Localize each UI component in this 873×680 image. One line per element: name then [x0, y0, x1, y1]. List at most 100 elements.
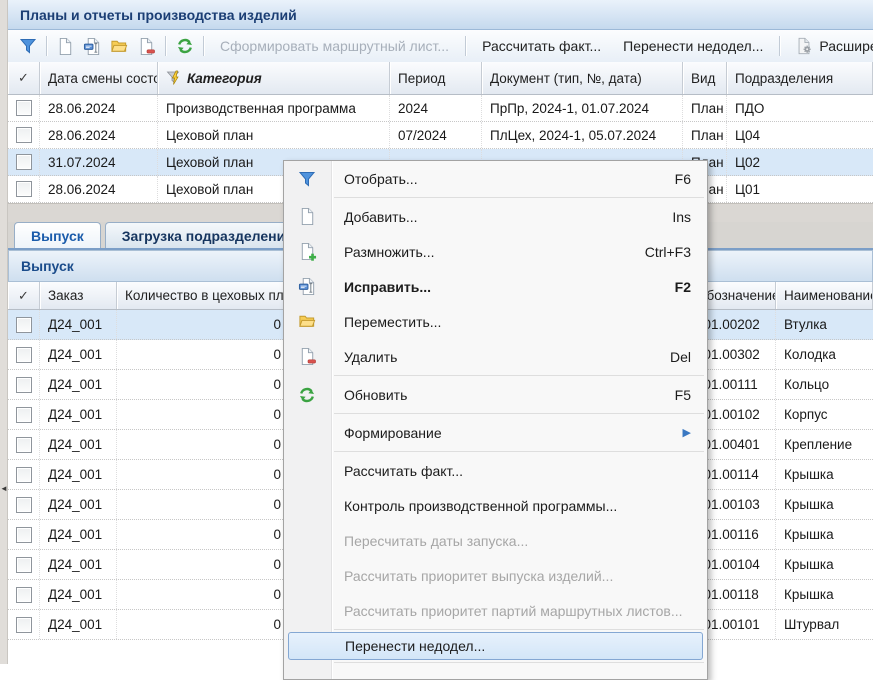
row-checkbox[interactable]	[16, 377, 32, 393]
row-checkbox[interactable]	[16, 587, 32, 603]
menu-item-shortcut: F5	[655, 387, 691, 403]
column-header-name[interactable]: Наименование	[776, 282, 873, 309]
column-header-document[interactable]: Документ (тип, №, дата)	[482, 62, 683, 94]
cell-name: Втулка	[776, 310, 873, 339]
column-header-check[interactable]: ✓	[8, 282, 40, 309]
edit-document-icon	[297, 277, 317, 297]
table-row[interactable]: 28.06.2024 Цеховой план 07/2024 ПлЦех, 2…	[8, 122, 873, 149]
cell-departments: Ц02	[727, 149, 873, 175]
cell-order: Д24_001	[40, 550, 117, 579]
menu-item-pereschitat-daty: Пересчитать даты запуска...	[284, 523, 707, 558]
column-header-order[interactable]: Заказ	[40, 282, 117, 309]
cell-date: 28.06.2024	[40, 176, 158, 202]
row-checkbox[interactable]	[16, 127, 32, 143]
menu-item-label: Рассчитать факт...	[344, 463, 463, 479]
row-checkbox[interactable]	[16, 467, 32, 483]
column-header-category[interactable]: Категория	[158, 62, 390, 94]
toolbar-separator	[165, 36, 166, 56]
menu-item-peremestit[interactable]: Переместить...	[284, 304, 707, 339]
cell-name: Кольцо	[776, 370, 873, 399]
cell-qty: 0	[117, 370, 290, 399]
cell-name: Крышка	[776, 460, 873, 489]
tab-zagruzka-podrazdelenij[interactable]: Загрузка подразделений	[105, 222, 311, 248]
row-check-cell	[8, 520, 40, 549]
cell-qty: 0	[117, 490, 290, 519]
row-check-cell	[8, 580, 40, 609]
move-shortfall-button[interactable]: Перенести недодел...	[612, 38, 774, 54]
add-record-button[interactable]	[52, 34, 79, 59]
row-checkbox[interactable]	[16, 407, 32, 423]
cell-period: 2024	[390, 95, 482, 121]
cell-departments: Ц01	[727, 176, 873, 202]
make-route-list-button: Сформировать маршрутный лист...	[209, 38, 460, 54]
row-checkbox[interactable]	[16, 527, 32, 543]
cell-qty: 0	[117, 520, 290, 549]
cell-name: Крышка	[776, 520, 873, 549]
collapse-arrow-icon[interactable]: ◄	[0, 482, 8, 496]
calc-fact-button[interactable]: Рассчитать факт...	[471, 38, 612, 54]
cell-category: Цеховой план	[158, 122, 390, 148]
row-checkbox[interactable]	[16, 100, 32, 116]
cell-order: Д24_001	[40, 430, 117, 459]
menu-item-rasschitat-fakt[interactable]: Рассчитать факт...	[284, 453, 707, 488]
column-header-period[interactable]: Период	[390, 62, 482, 94]
row-checkbox[interactable]	[16, 181, 32, 197]
column-header-check[interactable]: ✓	[8, 62, 40, 94]
cell-departments: ПДО	[727, 95, 873, 121]
cell-order: Д24_001	[40, 370, 117, 399]
filter-button[interactable]	[14, 34, 41, 59]
menu-item-ispravit[interactable]: Исправить... F2	[284, 269, 707, 304]
move-folder-icon	[110, 37, 129, 56]
cell-order: Д24_001	[40, 580, 117, 609]
delete-document-icon	[297, 347, 317, 367]
row-check-cell	[8, 430, 40, 459]
menu-item-shortcut: Del	[650, 349, 691, 365]
menu-item-dobavit[interactable]: Добавить... Ins	[284, 199, 707, 234]
menu-item-perenesti-nedodel[interactable]: Перенести недодел...	[288, 632, 703, 660]
main-toolbar: Сформировать маршрутный лист... Рассчита…	[8, 30, 873, 63]
filter-icon	[297, 169, 317, 189]
column-header-departments[interactable]: Подразделения	[727, 62, 873, 94]
refresh-button[interactable]	[171, 34, 198, 59]
cell-order: Д24_001	[40, 340, 117, 369]
row-checkbox[interactable]	[16, 557, 32, 573]
menu-separator	[334, 375, 704, 376]
app-window: { "window": { "title": "Планы и отчеты п…	[0, 0, 873, 664]
toolbar-separator	[46, 36, 47, 56]
column-header-qty[interactable]: Количество в цеховых планах	[117, 282, 290, 309]
new-document-icon	[297, 207, 317, 227]
column-header-date[interactable]: Дата смены состояния	[40, 62, 158, 94]
extended-button[interactable]: Расширенный	[785, 37, 873, 55]
tab-vypusk[interactable]: Выпуск	[14, 222, 101, 248]
row-checkbox[interactable]	[16, 497, 32, 513]
row-check-cell	[8, 176, 40, 202]
row-checkbox[interactable]	[16, 617, 32, 633]
menu-item-otobrat[interactable]: Отобрать... F6	[284, 161, 707, 196]
edit-record-button[interactable]	[79, 34, 106, 59]
row-checkbox[interactable]	[16, 437, 32, 453]
cell-category: Производственная программа	[158, 95, 390, 121]
table-row[interactable]: 28.06.2024 Производственная программа 20…	[8, 95, 873, 122]
column-header-kind[interactable]: Вид	[683, 62, 727, 94]
refresh-icon	[176, 37, 194, 55]
row-checkbox[interactable]	[16, 317, 32, 333]
row-check-cell	[8, 149, 40, 175]
row-check-cell	[8, 550, 40, 579]
menu-item-label: Отобрать...	[344, 171, 418, 187]
row-checkbox[interactable]	[16, 347, 32, 363]
panel-collapse-strip[interactable]: ◄	[0, 0, 8, 664]
row-check-cell	[8, 490, 40, 519]
row-check-cell	[8, 122, 40, 148]
row-checkbox[interactable]	[16, 154, 32, 170]
menu-item-razmnozhit[interactable]: Размножить... Ctrl+F3	[284, 234, 707, 269]
menu-item-formirovanie[interactable]: Формирование ▶	[284, 415, 707, 450]
move-record-button[interactable]	[106, 34, 133, 59]
menu-item-udalit[interactable]: Удалить Del	[284, 339, 707, 374]
toolbar-separator	[779, 36, 780, 56]
menu-item-label: Пересчитать даты запуска...	[344, 533, 528, 549]
column-header-category-label: Категория	[187, 71, 262, 86]
menu-item-obnovit[interactable]: Обновить F5	[284, 377, 707, 412]
menu-item-kontrol-programmy[interactable]: Контроль производственной программы...	[284, 488, 707, 523]
check-column-icon: ✓	[18, 288, 29, 304]
delete-record-button[interactable]	[133, 34, 160, 59]
